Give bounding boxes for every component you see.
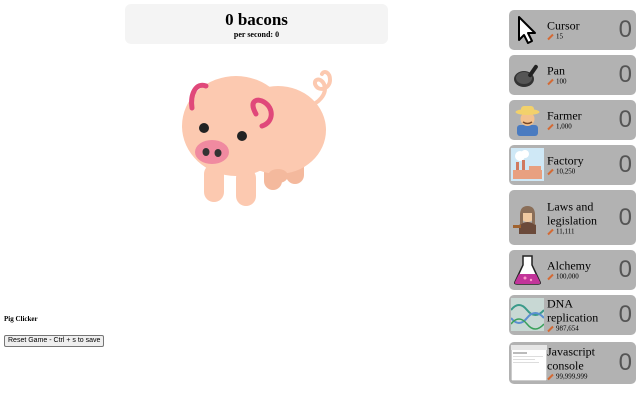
bacon-icon [547, 228, 554, 235]
store-item-name: Farmer [547, 108, 582, 123]
bacon-icon [547, 168, 554, 176]
store-item-name: Alchemy [547, 258, 591, 273]
store-item-count: 0 [618, 61, 632, 88]
bacon-icon [547, 273, 554, 281]
store-item-cursor[interactable]: Cursor 15 0 [509, 10, 636, 50]
store-item-count: 0 [618, 256, 632, 283]
store-item-count: 0 [618, 16, 632, 43]
flask-icon [514, 255, 541, 285]
store-item-count: 0 [618, 349, 632, 376]
factory-icon [511, 148, 544, 181]
game-title: Pig Clicker [4, 315, 38, 323]
store-item-laws-and-legislation[interactable]: Laws and legislation 11,111 0 [509, 190, 636, 245]
store-item-pan[interactable]: Pan 100 0 [509, 55, 636, 95]
store-item-price: 1,000 [556, 122, 572, 131]
pan-icon [514, 64, 538, 87]
reset-game-button[interactable]: Reset Game - Ctrl + s to save [4, 335, 105, 347]
score-panel: 0 bacons per second: 0 [125, 4, 388, 44]
store-item-name: Laws and legislation [547, 199, 597, 227]
judge-icon [513, 205, 536, 234]
store-item-name: Javascript console [547, 344, 595, 373]
store-item-farmer[interactable]: Farmer 1,000 0 [509, 100, 636, 140]
store-item-price: 100,000 [556, 272, 579, 281]
store-item-price: 10,250 [556, 167, 576, 176]
store-item-price: 15 [556, 32, 563, 41]
store-item-count: 0 [618, 301, 632, 328]
bacon-icon [547, 325, 554, 333]
store-item-count: 0 [618, 203, 632, 231]
bacon-rate: per second: 0 [233, 30, 280, 39]
store-item-count: 0 [618, 151, 632, 178]
bacon-icon [547, 78, 554, 86]
store-item-dna-replication[interactable]: DNA replication 987,654 0 [509, 295, 636, 335]
bacon-count: 0 bacons [225, 10, 288, 29]
console-icon [511, 345, 547, 381]
store-item-factory[interactable]: Factory 10,250 0 [509, 145, 636, 185]
bacon-icon [547, 33, 554, 41]
farmer-icon [515, 106, 540, 136]
pig-icon[interactable] [178, 64, 338, 206]
store-item-price: 11,111 [556, 227, 575, 235]
bacon-icon [547, 373, 554, 381]
store-item-javascript-console[interactable]: Javascript console 99,999,999 0 [509, 342, 636, 384]
store-item-name: Factory [547, 153, 584, 168]
bacon-icon [547, 123, 554, 131]
store-item-price: 100 [556, 77, 567, 86]
store-item-count: 0 [618, 106, 632, 133]
cursor-icon [518, 16, 536, 44]
store-item-name: DNA replication [547, 296, 599, 325]
store-item-price: 987,654 [556, 324, 579, 333]
store-item-name: Cursor [547, 18, 580, 33]
store-item-name: Pan [547, 63, 565, 78]
dna-icon [511, 298, 544, 331]
store-item-alchemy[interactable]: Alchemy 100,000 0 [509, 250, 636, 290]
store-item-price: 99,999,999 [556, 372, 588, 381]
